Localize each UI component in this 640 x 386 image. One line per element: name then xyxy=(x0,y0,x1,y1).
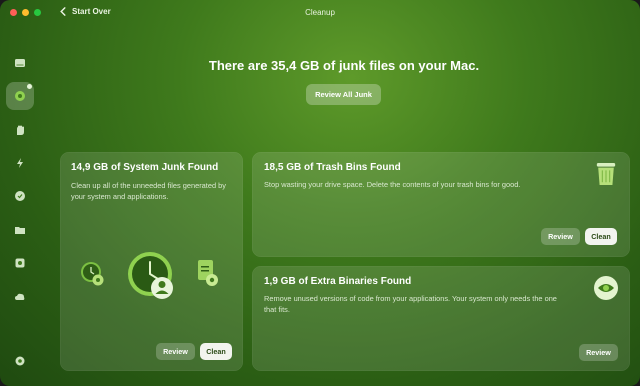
sidebar-item-cleanup[interactable] xyxy=(6,82,34,110)
system-junk-review-button[interactable]: Review xyxy=(156,343,195,360)
trash-bins-clean-button[interactable]: Clean xyxy=(585,228,617,245)
sidebar xyxy=(0,42,40,386)
hand-icon xyxy=(17,125,24,135)
sidebar-item-applications[interactable] xyxy=(10,253,30,273)
trash-bin-icon xyxy=(596,163,616,185)
apps-icon xyxy=(15,258,25,268)
window-title: Cleanup xyxy=(305,8,335,17)
trash-bins-title: 18,5 GB of Trash Bins Found xyxy=(264,162,401,173)
trash-bins-card: 18,5 GB of Trash Bins Found Stop wasting… xyxy=(252,152,630,257)
app-window: Start Over Cleanup There are 35,4 GB of … xyxy=(0,0,640,386)
small-clock-icon xyxy=(81,262,104,286)
sidebar-item-clutter[interactable] xyxy=(10,287,30,307)
document-gear-icon xyxy=(198,260,218,286)
extra-binaries-description: Remove unused versions of code from your… xyxy=(264,294,557,314)
shield-icon xyxy=(15,191,25,201)
cleanup-icon xyxy=(15,91,25,101)
system-junk-title: 14,9 GB of System Junk Found xyxy=(71,162,219,173)
extra-binaries-card: 1,9 GB of Extra Binaries Found Remove un… xyxy=(252,266,630,371)
system-junk-description: Clean up all of the unneeded files gener… xyxy=(71,181,226,201)
trash-bins-description: Stop wasting your drive space. Delete th… xyxy=(264,180,521,189)
settings-icon xyxy=(15,356,25,366)
page-headline: There are 35,4 GB of junk files on your … xyxy=(208,58,480,73)
extra-binaries-title: 1,9 GB of Extra Binaries Found xyxy=(264,276,412,287)
active-indicator xyxy=(27,84,32,89)
review-all-junk-button[interactable]: Review All Junk xyxy=(306,84,381,105)
folder-icon xyxy=(15,227,25,234)
sidebar-item-assistant[interactable] xyxy=(10,351,30,371)
sidebar-item-performance[interactable] xyxy=(10,153,30,173)
binaries-icon xyxy=(594,276,618,300)
lightning-icon xyxy=(17,158,23,168)
sidebar-item-protection[interactable] xyxy=(10,120,30,140)
cloud-icon xyxy=(15,293,25,300)
system-junk-card: 14,9 GB of System Junk Found Clean up al… xyxy=(60,152,243,371)
sidebar-item-security[interactable] xyxy=(10,186,30,206)
sidebar-item-files[interactable] xyxy=(10,220,30,240)
trash-bins-review-button[interactable]: Review xyxy=(541,228,580,245)
extra-binaries-review-button[interactable]: Review xyxy=(579,344,618,361)
system-junk-clean-button[interactable]: Clean xyxy=(200,343,232,360)
large-clock-icon xyxy=(128,252,173,299)
system-junk-illustration xyxy=(81,252,218,299)
